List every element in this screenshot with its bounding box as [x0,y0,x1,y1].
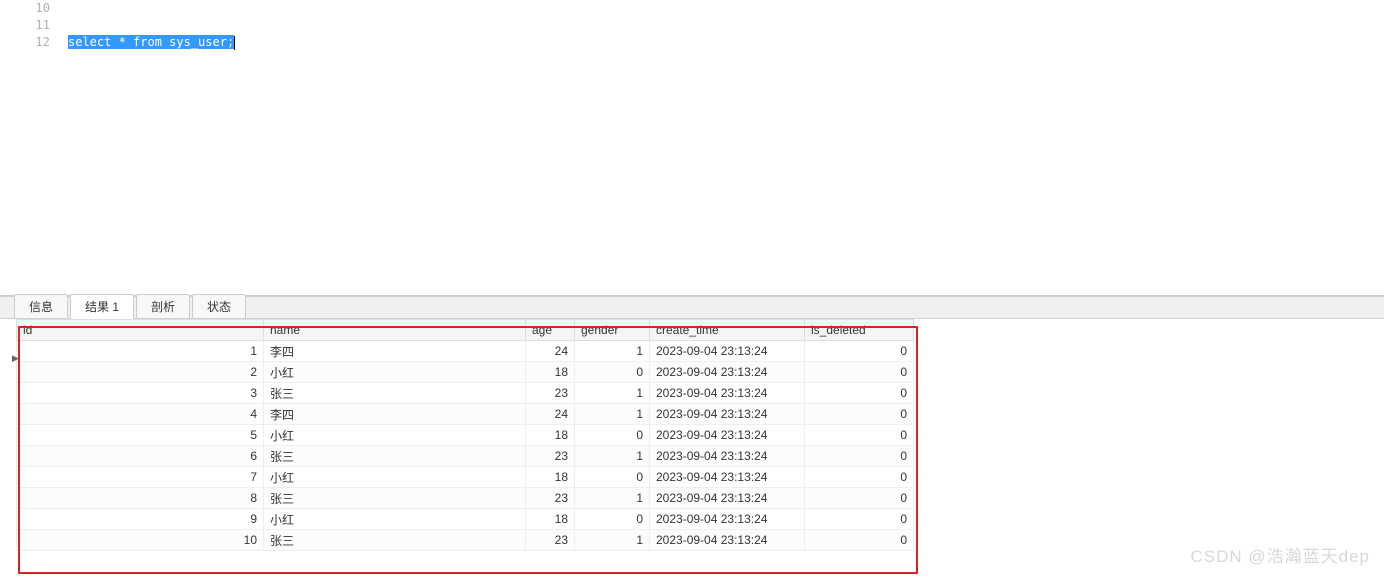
cell-age[interactable]: 24 [526,341,575,362]
header-row: id name age gender create_time is_delete… [17,320,914,341]
text-cursor [234,36,235,50]
tab-info[interactable]: 信息 [14,294,68,318]
cell-age[interactable]: 24 [526,404,575,425]
cell-is-deleted[interactable]: 0 [805,509,914,530]
cell-name[interactable]: 小红 [264,362,526,383]
cell-id[interactable]: 4 [17,404,264,425]
cell-age[interactable]: 23 [526,530,575,551]
cell-id[interactable]: 9 [17,509,264,530]
cell-id[interactable]: 6 [17,446,264,467]
col-header-name[interactable]: name [264,320,526,341]
cell-id[interactable]: 1 [17,341,264,362]
table-row[interactable]: 5小红1802023-09-04 23:13:240 [17,425,914,446]
sql-editor[interactable]: 10 11 12 select * from sys_user; [0,0,1384,296]
cell-id[interactable]: 7 [17,467,264,488]
cell-create-time[interactable]: 2023-09-04 23:13:24 [650,362,805,383]
result-grid[interactable]: id name age gender create_time is_delete… [16,319,914,551]
cell-gender[interactable]: 0 [575,509,650,530]
cell-create-time[interactable]: 2023-09-04 23:13:24 [650,341,805,362]
cell-id[interactable]: 8 [17,488,264,509]
cell-create-time[interactable]: 2023-09-04 23:13:24 [650,509,805,530]
cell-id[interactable]: 5 [17,425,264,446]
cell-create-time[interactable]: 2023-09-04 23:13:24 [650,488,805,509]
tab-result-1[interactable]: 结果 1 [70,294,134,319]
cell-gender[interactable]: 1 [575,530,650,551]
cell-gender[interactable]: 1 [575,404,650,425]
table-row[interactable]: 2小红1802023-09-04 23:13:240 [17,362,914,383]
col-header-is-deleted[interactable]: is_deleted [805,320,914,341]
cell-id[interactable]: 2 [17,362,264,383]
sql-line[interactable]: select * from sys_user; [68,34,1384,51]
tab-status[interactable]: 状态 [192,294,246,318]
cell-create-time[interactable]: 2023-09-04 23:13:24 [650,530,805,551]
cell-age[interactable]: 18 [526,467,575,488]
table-row[interactable]: 10张三2312023-09-04 23:13:240 [17,530,914,551]
code-area[interactable]: select * from sys_user; [62,0,1384,51]
line-number: 10 [0,0,50,17]
cell-name[interactable]: 小红 [264,509,526,530]
cell-is-deleted[interactable]: 0 [805,530,914,551]
cell-name[interactable]: 张三 [264,530,526,551]
cell-is-deleted[interactable]: 0 [805,467,914,488]
cell-name[interactable]: 小红 [264,425,526,446]
table-row[interactable]: 7小红1802023-09-04 23:13:240 [17,467,914,488]
cell-is-deleted[interactable]: 0 [805,383,914,404]
cell-is-deleted[interactable]: 0 [805,341,914,362]
cell-age[interactable]: 23 [526,488,575,509]
grid-body: 1李四2412023-09-04 23:13:240 2小红1802023-09… [17,341,914,551]
cell-gender[interactable]: 1 [575,341,650,362]
table-row[interactable]: 6张三2312023-09-04 23:13:240 [17,446,914,467]
cell-gender[interactable]: 1 [575,383,650,404]
cell-name[interactable]: 小红 [264,467,526,488]
table-row[interactable]: 4李四2412023-09-04 23:13:240 [17,404,914,425]
cell-id[interactable]: 10 [17,530,264,551]
result-tabs: 信息 结果 1 剖析 状态 [0,296,1384,319]
cell-age[interactable]: 18 [526,362,575,383]
cell-id[interactable]: 3 [17,383,264,404]
table-row[interactable]: 3张三2312023-09-04 23:13:240 [17,383,914,404]
cell-create-time[interactable]: 2023-09-04 23:13:24 [650,467,805,488]
tab-profile[interactable]: 剖析 [136,294,190,318]
cell-is-deleted[interactable]: 0 [805,404,914,425]
cell-age[interactable]: 23 [526,383,575,404]
cell-name[interactable]: 张三 [264,383,526,404]
col-header-age[interactable]: age [526,320,575,341]
cell-gender[interactable]: 0 [575,362,650,383]
cell-is-deleted[interactable]: 0 [805,488,914,509]
cell-age[interactable]: 18 [526,509,575,530]
cell-is-deleted[interactable]: 0 [805,425,914,446]
selected-sql[interactable]: select * from sys_user; [68,35,234,49]
line-gutter: 10 11 12 [0,0,62,51]
cell-name[interactable]: 李四 [264,404,526,425]
cell-age[interactable]: 23 [526,446,575,467]
current-row-marker-icon: ▶ [12,353,19,364]
line-number: 12 [0,34,50,51]
cell-create-time[interactable]: 2023-09-04 23:13:24 [650,383,805,404]
cell-gender[interactable]: 0 [575,425,650,446]
results-panel: ▶ id name age gender create_time is_dele… [0,319,1384,577]
cell-is-deleted[interactable]: 0 [805,362,914,383]
cell-create-time[interactable]: 2023-09-04 23:13:24 [650,404,805,425]
table-row[interactable]: 1李四2412023-09-04 23:13:240 [17,341,914,362]
col-header-id[interactable]: id [17,320,264,341]
cell-name[interactable]: 张三 [264,446,526,467]
cell-create-time[interactable]: 2023-09-04 23:13:24 [650,425,805,446]
cell-gender[interactable]: 1 [575,488,650,509]
line-number: 11 [0,17,50,34]
cell-is-deleted[interactable]: 0 [805,446,914,467]
cell-gender[interactable]: 0 [575,467,650,488]
cell-name[interactable]: 张三 [264,488,526,509]
cell-age[interactable]: 18 [526,425,575,446]
col-header-create-time[interactable]: create_time [650,320,805,341]
col-header-gender[interactable]: gender [575,320,650,341]
table-row[interactable]: 8张三2312023-09-04 23:13:240 [17,488,914,509]
cell-name[interactable]: 李四 [264,341,526,362]
table-row[interactable]: 9小红1802023-09-04 23:13:240 [17,509,914,530]
cell-create-time[interactable]: 2023-09-04 23:13:24 [650,446,805,467]
cell-gender[interactable]: 1 [575,446,650,467]
